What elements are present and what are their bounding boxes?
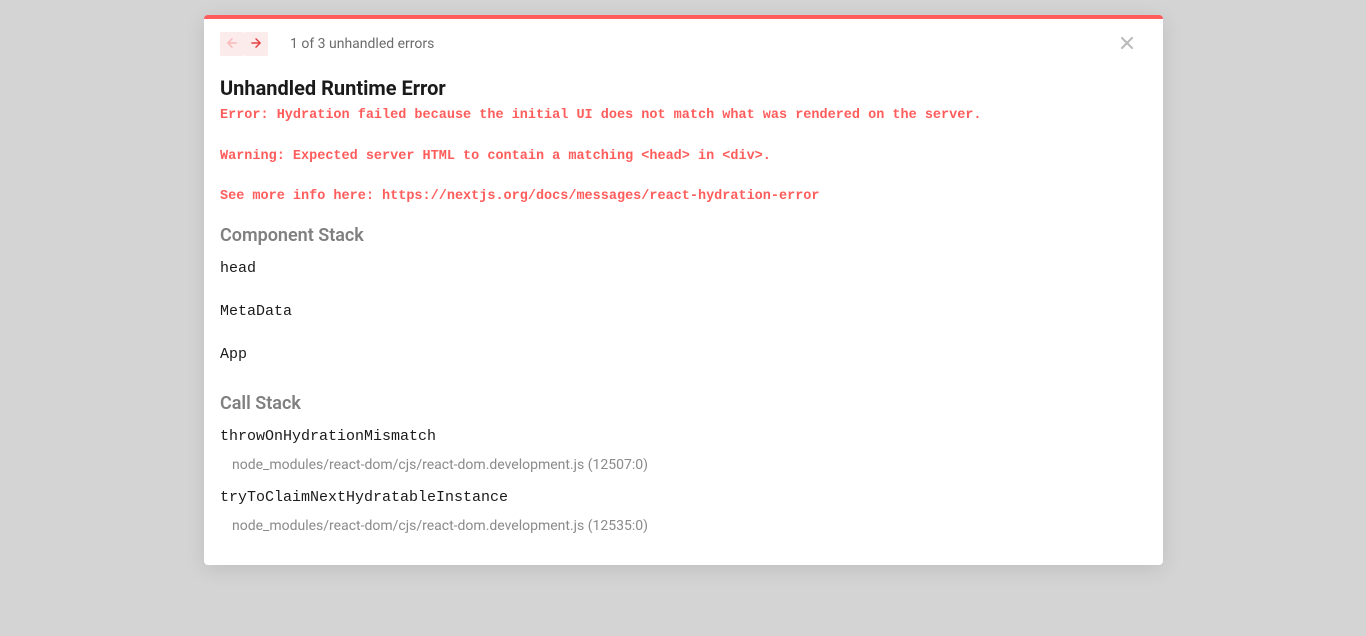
error-count-label: 1 of 3 unhandled errors [290, 36, 434, 52]
error-message: Error: Hydration failed because the init… [220, 106, 1147, 207]
error-dialog: 1 of 3 unhandled errors Unhandled Runtim… [204, 15, 1163, 565]
error-title: Unhandled Runtime Error [220, 76, 1147, 100]
call-stack-function: tryToClaimNextHydratableInstance [220, 489, 1147, 506]
dialog-header: 1 of 3 unhandled errors [220, 32, 1147, 56]
dialog-content[interactable]: 1 of 3 unhandled errors Unhandled Runtim… [204, 19, 1163, 565]
arrow-right-icon [249, 36, 263, 53]
component-stack-heading: Component Stack [220, 225, 1147, 246]
call-stack-item: tryToClaimNextHydratableInstance node_mo… [220, 489, 1147, 534]
arrow-left-icon [225, 36, 239, 53]
call-stack-function: throwOnHydrationMismatch [220, 428, 1147, 445]
call-stack-source: node_modules/react-dom/cjs/react-dom.dev… [220, 518, 1147, 534]
close-icon [1117, 33, 1137, 56]
component-stack-item: App [220, 346, 1147, 363]
component-stack-item: MetaData [220, 303, 1147, 320]
call-stack-item: throwOnHydrationMismatch node_modules/re… [220, 428, 1147, 473]
component-stack-item: head [220, 260, 1147, 277]
call-stack-source: node_modules/react-dom/cjs/react-dom.dev… [220, 457, 1147, 473]
call-stack-heading: Call Stack [220, 393, 1147, 414]
component-stack-list: head MetaData App [220, 260, 1147, 363]
close-button[interactable] [1115, 32, 1139, 56]
prev-error-button[interactable] [220, 32, 244, 56]
next-error-button[interactable] [244, 32, 268, 56]
